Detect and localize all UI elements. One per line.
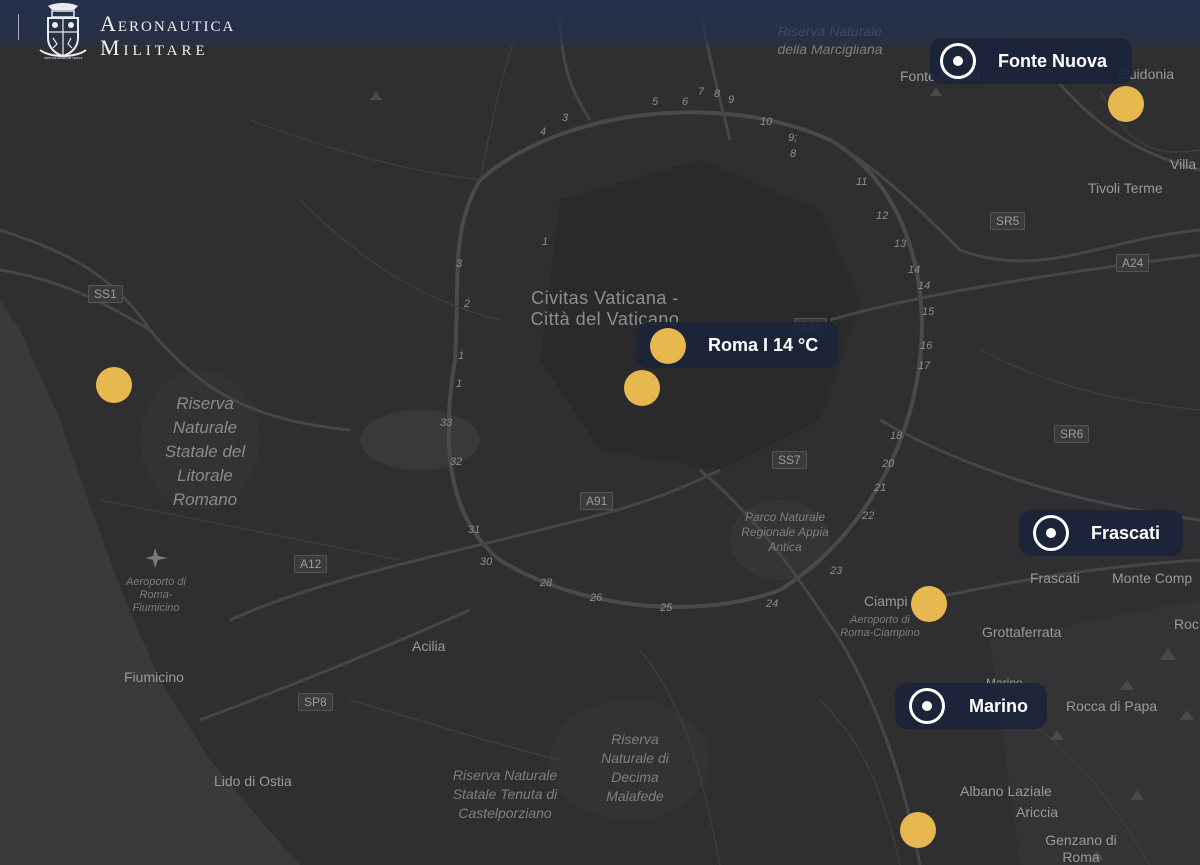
exit-number: 13 <box>894 238 907 250</box>
town-ariccia: Ariccia <box>1016 804 1059 820</box>
parco-appia-label: Parco Naturale Regionale Appia Antica <box>741 510 829 554</box>
exit-number: 9; <box>788 132 798 144</box>
road-shield: SR5 <box>990 212 1026 230</box>
town-monte-compatri: Monte Comp <box>1112 570 1193 586</box>
exit-number: 2 <box>464 298 471 310</box>
exit-number: 8 <box>790 148 797 160</box>
town-acilia: Acilia <box>412 638 446 654</box>
target-icon <box>940 43 976 79</box>
crest-icon: VIRTUTE SIDERUM TENUS <box>39 3 87 60</box>
road-shield: A12 <box>294 555 328 573</box>
exit-number: 14 <box>908 264 921 276</box>
target-icon <box>909 688 945 724</box>
exit-number: 21 <box>874 482 887 494</box>
road-shield: SP8 <box>298 693 333 711</box>
logo-divider <box>18 14 19 40</box>
town-albano: Albano Laziale <box>960 783 1052 799</box>
location-label: Roma I 14 °C <box>708 334 819 355</box>
town-frascati: Frascati <box>1030 570 1080 586</box>
road-shield: A24 <box>1116 254 1150 272</box>
exit-number: 33 <box>440 417 453 429</box>
location-label: Marino <box>969 695 1029 716</box>
exit-number: 1 <box>456 378 463 390</box>
weather-marker-litorale[interactable] <box>96 367 132 403</box>
exit-number: 23 <box>830 565 843 577</box>
town-villa: Villa <box>1170 156 1197 172</box>
exit-number: 4 <box>540 126 547 138</box>
exit-number: 16 <box>920 340 933 352</box>
exit-number: 9 <box>728 94 735 106</box>
weather-marker-albano[interactable] <box>900 812 936 848</box>
town-ciampino: Ciampi <box>864 593 908 609</box>
target-icon <box>1033 515 1069 551</box>
exit-number: 14 <box>918 280 931 292</box>
road-shield: SR6 <box>1054 425 1090 443</box>
exit-number: 22 <box>862 510 875 522</box>
exit-number: 5 <box>652 96 659 108</box>
exit-number: 1 <box>542 236 549 248</box>
riserva-castelporziano-label: Riserva Naturale Statale Tenuta di Caste… <box>452 767 558 821</box>
location-pill-frascati[interactable]: Frascati <box>1019 510 1183 556</box>
exit-number: 26 <box>590 592 603 604</box>
crest-motto: VIRTUTE SIDERUM TENUS <box>44 56 82 60</box>
airport-fiumicino-label: Aeroporto di Roma-Fiumicino <box>126 576 186 614</box>
riserva-decima-label: Riserva Naturale di Decima Malafede <box>601 731 669 804</box>
town-rocca-di-papa: Rocca di Papa <box>1066 698 1158 714</box>
exit-number: 10 <box>760 116 773 128</box>
road-shield: A91 <box>580 492 614 510</box>
exit-number: 17 <box>918 360 931 372</box>
airport-ciampino-label: Aeroporto di Roma-Ciampino <box>840 614 920 639</box>
location-label: Fonte Nuova <box>998 50 1108 71</box>
exit-number: 18 <box>890 430 903 442</box>
logo-line-1: Aeronautica <box>100 11 236 36</box>
town-lido-ostia: Lido di Ostia <box>214 773 292 789</box>
exit-number: 28 <box>540 577 553 589</box>
exit-number: 3 <box>562 112 569 124</box>
exit-number: 11 <box>856 176 868 188</box>
logo-line-2: Militare <box>100 35 209 60</box>
exit-number: 6 <box>682 96 689 108</box>
exit-number: 32 <box>450 456 463 468</box>
exit-number: 24 <box>766 598 779 610</box>
exit-number: 20 <box>882 458 895 470</box>
road-shield: SS1 <box>88 285 123 303</box>
location-pill-marino[interactable]: Marino <box>895 683 1047 729</box>
exit-number: 30 <box>480 556 493 568</box>
town-fiumicino: Fiumicino <box>124 669 184 685</box>
weather-marker-ciampino[interactable] <box>911 586 947 622</box>
map-view[interactable]: Civitas Vaticana - Città del Vaticano Ri… <box>0 0 1200 865</box>
town-genzano: Genzano di Roma <box>1045 832 1117 865</box>
exit-number: 3 <box>456 258 463 270</box>
aeronautica-logo[interactable]: VIRTUTE SIDERUM TENUS Aeronautica Milita… <box>10 0 250 60</box>
location-pill-fonte-nuova[interactable]: Fonte Nuova <box>930 38 1132 84</box>
town-rocca: Roc <box>1174 616 1199 632</box>
location-label: Frascati <box>1091 522 1161 543</box>
exit-number: 31 <box>468 524 481 536</box>
weather-marker-roma[interactable] <box>650 328 686 364</box>
exit-number: 7 <box>698 86 705 98</box>
exit-number: 15 <box>922 306 935 318</box>
riserva-litorale-label: Riserva Naturale Statale del Litorale Ro… <box>164 394 246 509</box>
exit-number: 1 <box>458 350 465 362</box>
town-tivoli-terme: Tivoli Terme <box>1088 180 1163 196</box>
exit-number: 12 <box>876 210 889 222</box>
town-grottaferrata: Grottaferrata <box>982 624 1062 640</box>
road-shield: SS7 <box>772 451 807 469</box>
weather-marker-center[interactable] <box>624 370 660 406</box>
weather-marker-guidonia[interactable] <box>1108 86 1144 122</box>
exit-number: 25 <box>660 602 673 614</box>
logo-wordmark: Aeronautica Militare <box>100 12 235 60</box>
exit-number: 8 <box>714 88 721 100</box>
